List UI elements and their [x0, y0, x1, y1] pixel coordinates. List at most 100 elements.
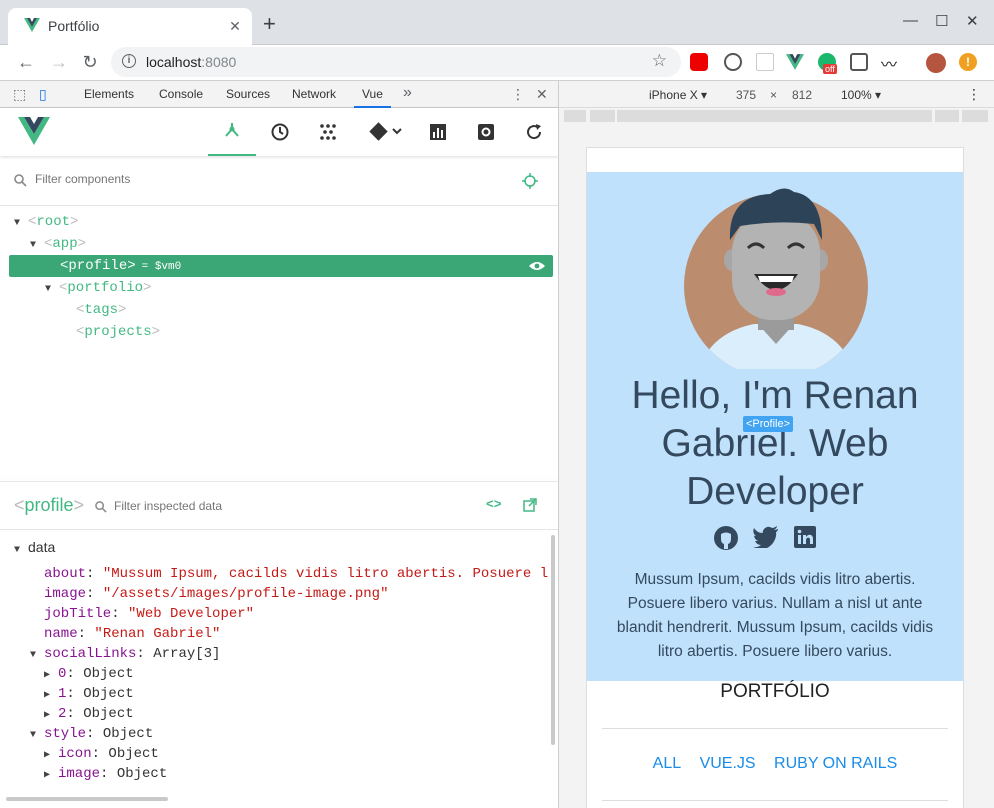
- data-row-name[interactable]: name: "Renan Gabriel": [44, 624, 220, 644]
- data-row-link-2[interactable]: ▶ 2: Object: [44, 704, 134, 724]
- avatar[interactable]: [926, 53, 946, 73]
- device-width-field[interactable]: 375: [736, 88, 756, 102]
- history-tab-icon[interactable]: [256, 108, 304, 156]
- info-icon[interactable]: i: [122, 54, 136, 68]
- off-badge: off: [823, 64, 837, 74]
- horizontal-scrollbar[interactable]: [6, 797, 168, 801]
- data-row-link-1[interactable]: ▶ 1: Object: [44, 684, 134, 704]
- forward-icon[interactable]: →: [48, 52, 70, 73]
- profile-avatar-image: [684, 188, 868, 369]
- tree-item-projects[interactable]: <projects>: [76, 321, 160, 343]
- filter-ruby-on-rails[interactable]: RUBY ON RAILS: [774, 755, 897, 772]
- reload-icon[interactable]: ↻: [79, 52, 101, 73]
- vue-favicon-icon: [24, 18, 40, 32]
- expand-arrow-icon[interactable]: ▼: [30, 235, 44, 257]
- inspect-element-icon[interactable]: ⬚: [13, 86, 26, 103]
- inspected-data-filter-input[interactable]: [114, 499, 414, 513]
- components-tab-icon[interactable]: [208, 108, 256, 156]
- inspector-header: <profile> <>: [0, 482, 558, 530]
- select-component-target-icon[interactable]: [522, 173, 538, 189]
- code-icon[interactable]: <>: [486, 497, 502, 512]
- inspected-component-title: <profile>: [14, 495, 85, 515]
- wave-extension-icon[interactable]: 〰: [881, 51, 897, 75]
- back-icon[interactable]: ←: [15, 52, 37, 73]
- new-tab-button[interactable]: +: [263, 13, 276, 35]
- filter-vuejs[interactable]: VUE.JS: [700, 755, 756, 772]
- json-extension-icon[interactable]: [724, 53, 742, 71]
- browser-toolbar: ← → ↻ i localhost:8080 ☆ off 〰 !: [0, 45, 994, 81]
- devtools-close-icon[interactable]: ✕: [536, 86, 548, 103]
- page-viewport: Hello, I'm Renan Gabriel. Web Developer …: [587, 148, 963, 808]
- url-text[interactable]: localhost:8080: [146, 54, 236, 70]
- data-row-sociallinks[interactable]: ▼ socialLinks: Array[3]: [30, 644, 220, 664]
- component-overlay-tag: <Profile>: [743, 416, 794, 432]
- data-row-style[interactable]: ▼ style: Object: [30, 724, 153, 744]
- data-row-about[interactable]: about: "Mussum Ipsum, cacilds vidis litr…: [44, 564, 548, 584]
- more-tabs-icon[interactable]: »: [403, 84, 412, 102]
- tag-filters: ALL VUE.JS RUBY ON RAILS: [587, 755, 963, 773]
- data-row-style-icon[interactable]: ▶ icon: Object: [44, 744, 159, 764]
- tree-item-tags[interactable]: <tags>: [76, 299, 126, 321]
- settings-tab-icon[interactable]: [462, 108, 510, 156]
- filter-all[interactable]: ALL: [653, 755, 681, 772]
- inspected-data-pane: ▼ data about: "Mussum Ipsum, cacilds vidi…: [0, 531, 558, 789]
- data-row-image[interactable]: image: "/assets/images/profile-image.png…: [44, 584, 388, 604]
- address-bar[interactable]: i localhost:8080 ☆: [111, 47, 681, 77]
- divider: [602, 800, 948, 801]
- times-sign: ×: [770, 88, 778, 102]
- title-bar: Portfólio ✕ + — ☐ ✕: [0, 0, 994, 45]
- open-external-icon[interactable]: [523, 498, 537, 512]
- vue-devtools-header: [0, 108, 558, 156]
- profile-section: Hello, I'm Renan Gabriel. Web Developer …: [587, 172, 963, 681]
- search-icon: [95, 501, 107, 513]
- data-row-link-0[interactable]: ▶ 0: Object: [44, 664, 134, 684]
- data-row-style-image[interactable]: ▶ image: Object: [44, 764, 167, 784]
- data-section-header[interactable]: ▼ data: [14, 537, 55, 557]
- device-height-field[interactable]: 812: [792, 88, 812, 102]
- performance-tab-icon[interactable]: [414, 108, 462, 156]
- vertical-scrollbar[interactable]: [551, 535, 555, 745]
- vue-devtools-extension-icon[interactable]: [786, 53, 804, 71]
- tree-item-portfolio[interactable]: ▼ <portfolio>: [45, 277, 151, 299]
- maximize-icon[interactable]: ☐: [935, 12, 948, 30]
- router-tab-icon[interactable]: [356, 108, 416, 156]
- divider: [602, 728, 948, 729]
- window-close-icon[interactable]: ✕: [966, 12, 979, 30]
- github-icon[interactable]: [713, 525, 739, 551]
- device-select[interactable]: iPhone X ▾: [649, 88, 707, 102]
- component-filter-input[interactable]: [35, 172, 475, 186]
- pocket-extension-icon[interactable]: [850, 53, 868, 71]
- browser-tab[interactable]: Portfólio ✕: [8, 8, 252, 45]
- adblock-extension-icon[interactable]: [690, 53, 708, 71]
- profile-bio: Mussum Ipsum, cacilds vidis litro aberti…: [616, 571, 934, 660]
- tab-close-icon[interactable]: ✕: [226, 17, 244, 35]
- media-query-ruler[interactable]: [559, 108, 994, 124]
- device-menu-icon[interactable]: ⋮: [967, 86, 981, 103]
- react-extension-icon[interactable]: [756, 53, 774, 71]
- bookmark-star-icon[interactable]: ☆: [652, 51, 667, 71]
- minimize-icon[interactable]: —: [903, 12, 918, 29]
- device-toggle-icon[interactable]: ▯: [39, 86, 47, 103]
- refresh-icon[interactable]: [510, 108, 558, 156]
- update-alert-icon[interactable]: !: [959, 53, 977, 71]
- search-icon: [14, 174, 27, 187]
- data-row-jobtitle[interactable]: jobTitle: "Web Developer": [44, 604, 254, 624]
- expand-arrow-icon[interactable]: ▼: [14, 213, 28, 235]
- tab-elements[interactable]: Elements: [84, 87, 134, 101]
- component-tree: ▼ <root> ▼ <app> <profile> = $vm0 ▼ <portfol…: [0, 206, 558, 481]
- linkedin-icon[interactable]: [794, 526, 816, 548]
- expand-arrow-icon[interactable]: ▼: [45, 279, 59, 301]
- vuex-tab-icon[interactable]: [304, 108, 352, 156]
- tab-network[interactable]: Network: [292, 87, 336, 101]
- zoom-select[interactable]: 100% ▾: [841, 88, 881, 102]
- hero-heading: Hello, I'm Renan Gabriel. Web Developer: [631, 374, 919, 513]
- tab-sources[interactable]: Sources: [226, 87, 270, 101]
- tree-item-root[interactable]: ▼ <root>: [14, 211, 78, 233]
- kebab-menu-icon[interactable]: ⋮: [511, 86, 525, 103]
- eye-icon[interactable]: [529, 261, 545, 271]
- tree-item-profile[interactable]: <profile> = $vm0: [9, 255, 553, 277]
- twitter-icon[interactable]: [753, 526, 779, 548]
- tree-item-app[interactable]: ▼ <app>: [30, 233, 86, 255]
- tab-vue[interactable]: Vue: [354, 87, 391, 108]
- tab-console[interactable]: Console: [159, 87, 203, 101]
